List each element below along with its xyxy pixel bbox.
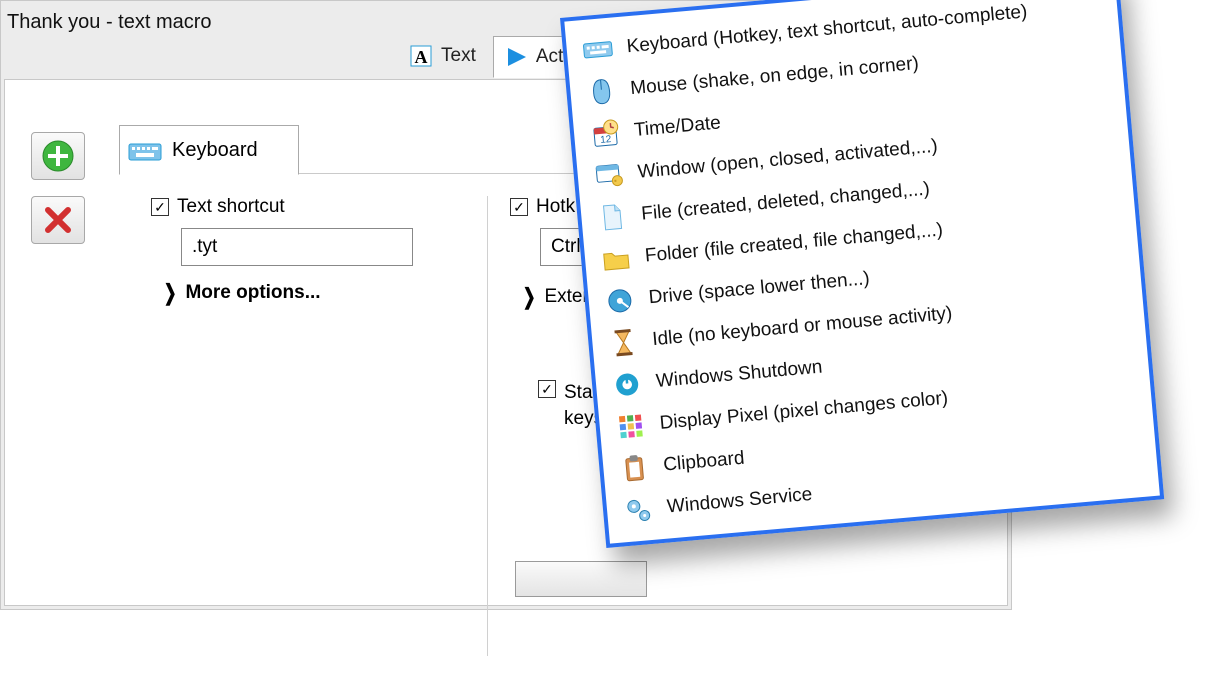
trigger-menu: Keyboard (Hotkey, text shortcut, auto-co… <box>560 0 1164 548</box>
mouse-icon <box>585 75 618 108</box>
tab-label: Text <box>441 45 476 67</box>
tab-text[interactable]: A Text <box>399 35 490 77</box>
chevron-right-icon: ❯ <box>164 280 177 306</box>
file-icon <box>596 201 629 234</box>
clipboard-icon <box>618 452 651 485</box>
menu-label: Time/Date <box>633 112 722 141</box>
menu-label: Clipboard <box>662 448 745 477</box>
more-options-expander[interactable]: ❯ More options... <box>161 280 471 306</box>
folder-icon <box>600 243 633 276</box>
power-icon <box>611 368 644 401</box>
check-label: Hotk <box>536 196 575 218</box>
window-title: Thank you - text macro <box>7 11 212 34</box>
text-shortcut-input[interactable] <box>181 228 413 266</box>
svg-text:12: 12 <box>600 134 612 146</box>
text-shortcut-checkbox[interactable]: ✓ Text shortcut <box>151 196 471 218</box>
gears-icon <box>622 494 655 527</box>
pixel-grid-icon <box>615 410 648 443</box>
trigger-tab-label: Keyboard <box>172 139 258 162</box>
add-trigger-popup: Keyboard (Hotkey, text shortcut, auto-co… <box>560 0 1205 616</box>
check-label: Text shortcut <box>177 196 285 218</box>
activation-tab-icon <box>502 45 530 69</box>
text-tab-icon: A <box>407 44 435 68</box>
text-shortcut-column: ✓ Text shortcut ❯ More options... <box>151 196 471 306</box>
trigger-tab-keyboard[interactable]: Keyboard <box>119 125 299 175</box>
hard-drive-icon <box>604 285 637 318</box>
column-separator <box>487 196 488 656</box>
checkbox-icon: ✓ <box>510 198 528 216</box>
calendar-clock-icon: 12 <box>589 117 622 150</box>
chevron-right-icon: ❯ <box>523 284 536 310</box>
delete-trigger-button[interactable] <box>31 196 85 244</box>
add-trigger-button[interactable] <box>31 132 85 180</box>
hourglass-icon <box>607 326 640 359</box>
trigger-side-buttons <box>31 132 85 244</box>
expander-label: More options... <box>185 282 320 304</box>
menu-label: Windows Service <box>666 484 813 519</box>
keyboard-icon <box>128 139 162 161</box>
checkbox-icon: ✓ <box>538 380 556 398</box>
keyboard-icon <box>582 34 615 67</box>
checkbox-icon: ✓ <box>151 198 169 216</box>
svg-text:A: A <box>415 47 428 67</box>
window-key-icon <box>593 159 626 192</box>
menu-label: Windows Shutdown <box>655 357 823 393</box>
